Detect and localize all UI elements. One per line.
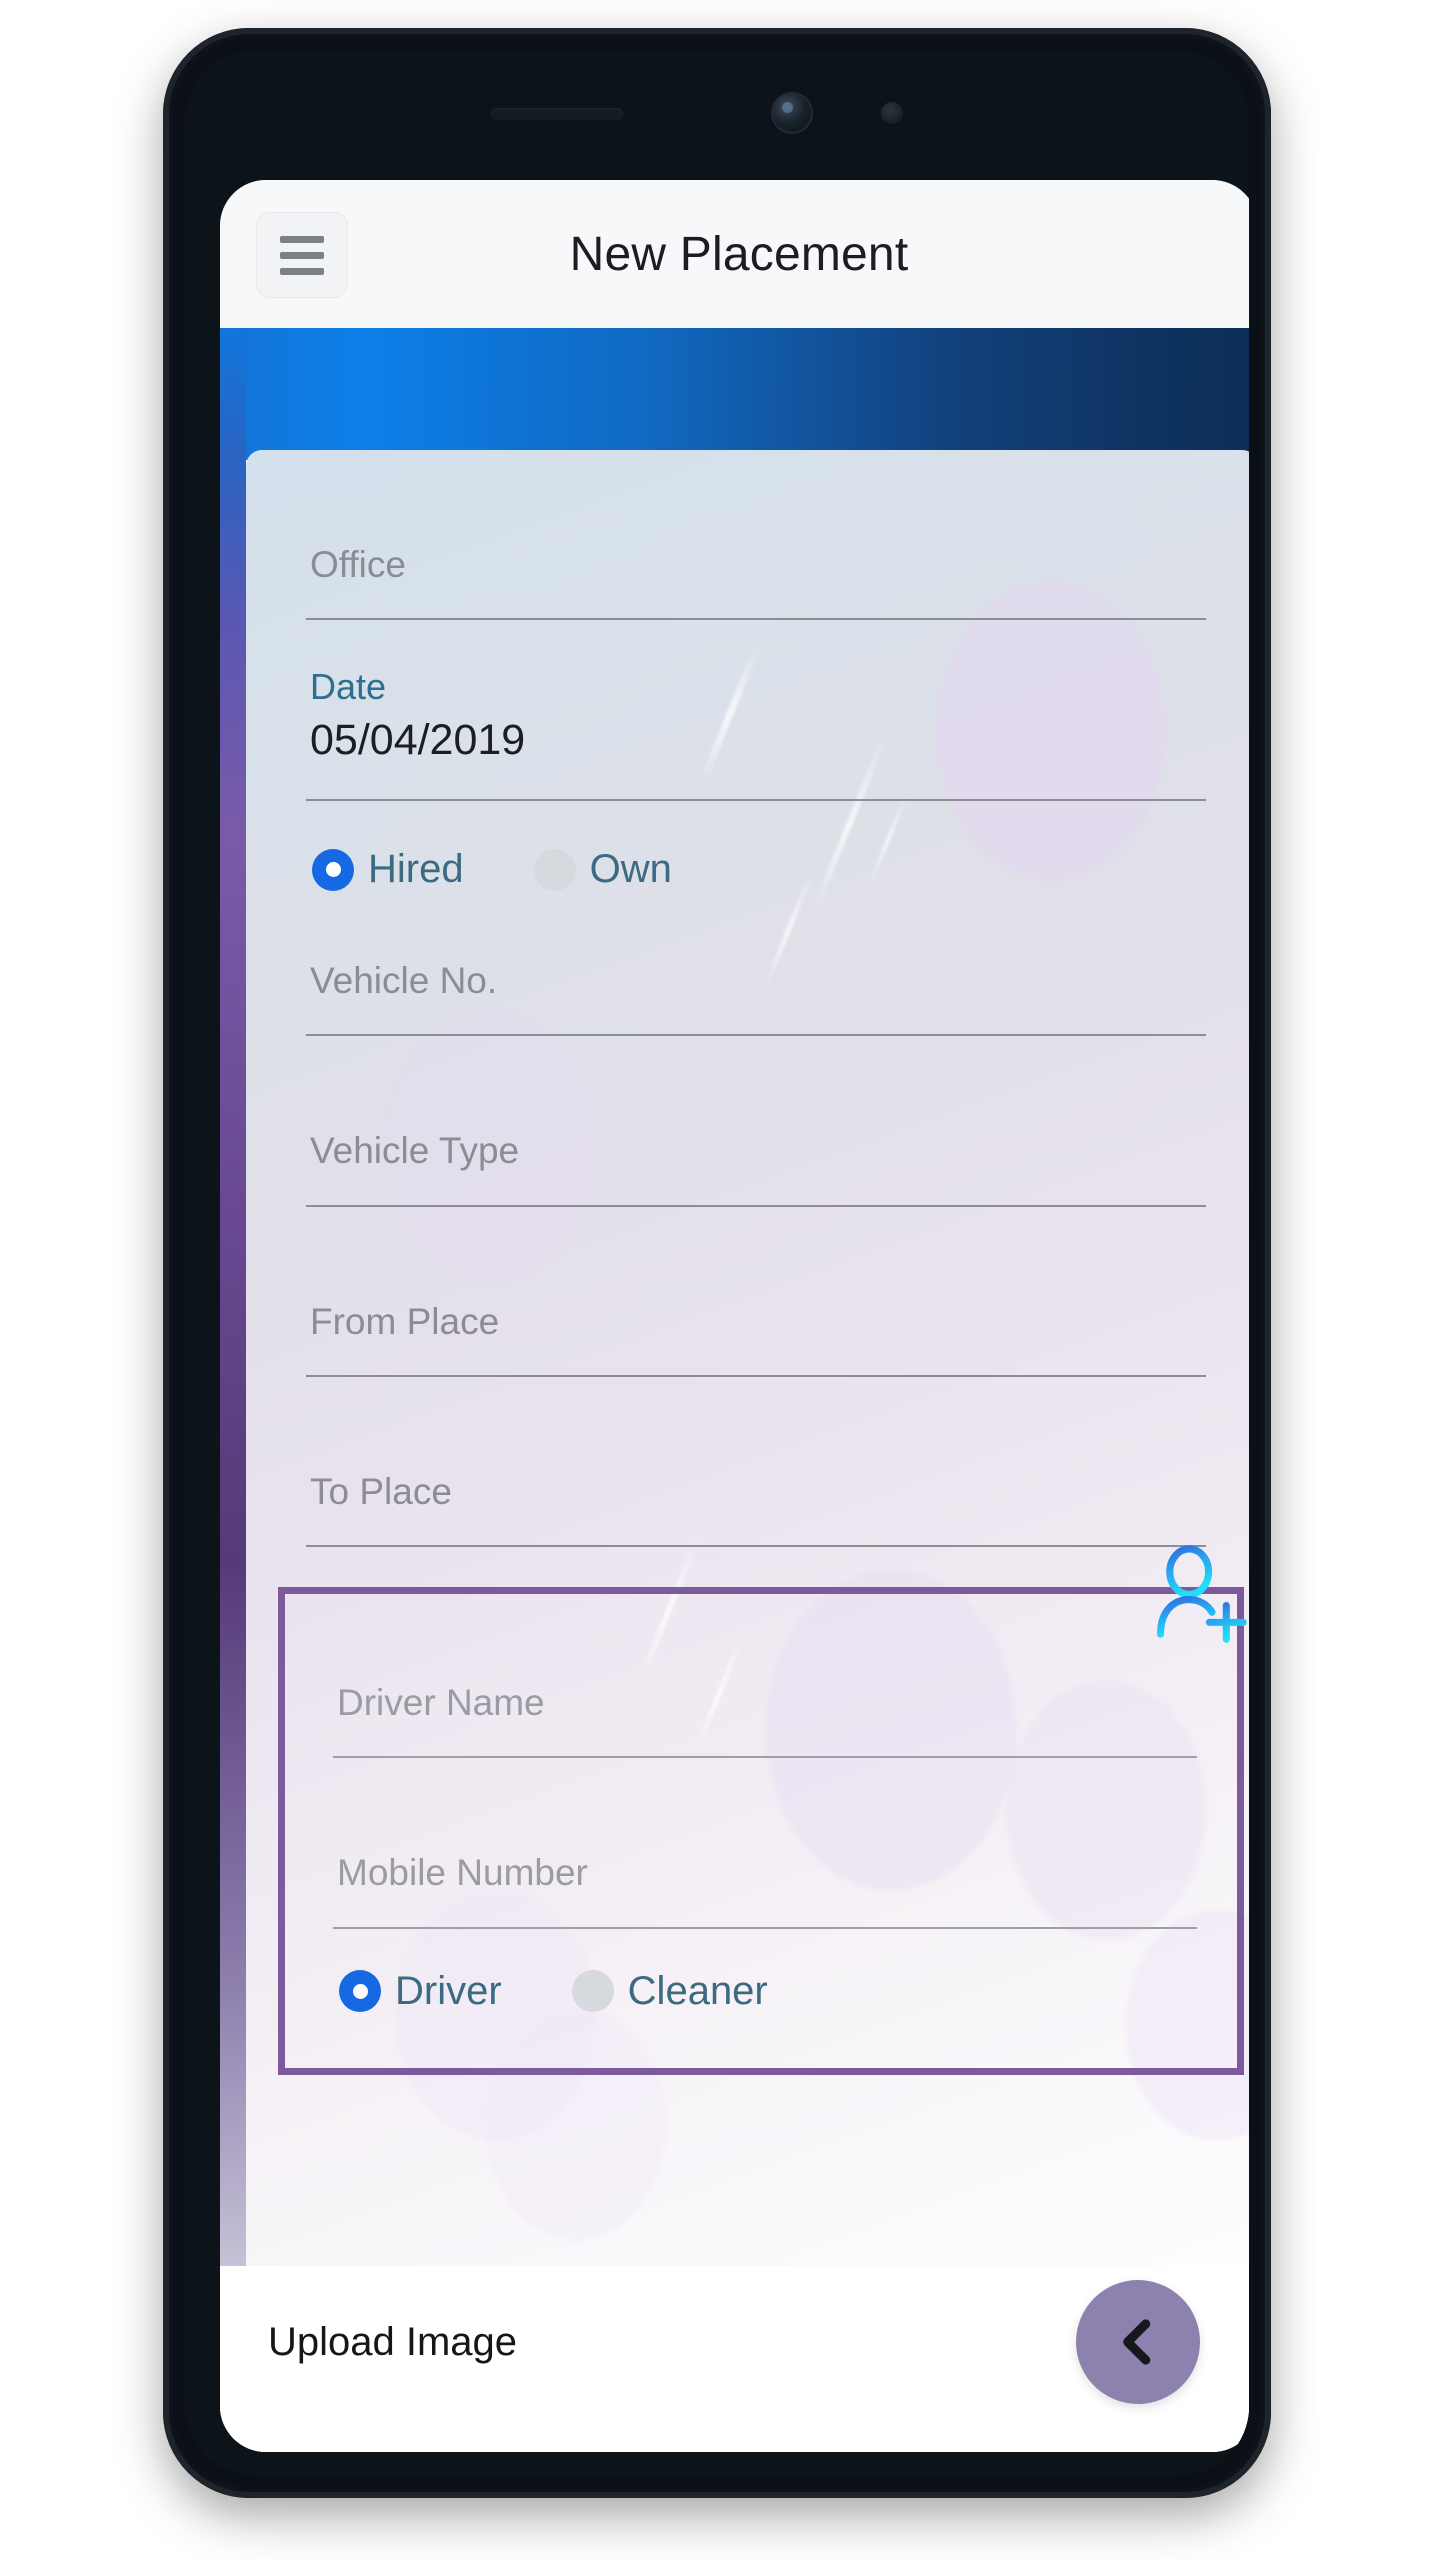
from-place-label: From Place (310, 1300, 500, 1342)
role-radio-group: Driver Cleaner (333, 1929, 1197, 2024)
hamburger-line (280, 251, 324, 259)
radio-cleaner[interactable]: Cleaner (571, 1968, 768, 2014)
radio-cleaner-label: Cleaner (627, 1968, 768, 2013)
placement-form-card: Office Date 05/04/2019 Hired Own Vehicle… (246, 450, 1249, 2452)
phone-sensor-row (185, 50, 1249, 180)
phone-screen: New Placement Office Date 05/04/2019 Hir… (220, 180, 1249, 2452)
radio-selected-icon (339, 1970, 381, 2013)
radio-selected-icon (312, 848, 354, 891)
ownership-radio-group: Hired Own (306, 801, 1206, 902)
office-label: Office (310, 544, 406, 585)
radio-driver[interactable]: Driver (339, 1969, 502, 2014)
screenshot-stage: New Placement Office Date 05/04/2019 Hir… (0, 0, 1440, 2560)
radio-own[interactable]: Own (533, 847, 672, 892)
radio-hired-label: Hired (368, 847, 464, 892)
back-fab-button[interactable] (1076, 2280, 1200, 2404)
vehicle-type-field[interactable]: Vehicle Type (306, 1036, 1206, 1207)
field-underline (306, 799, 1206, 802)
driver-name-label: Driver Name (337, 1682, 545, 1724)
date-label: Date (310, 666, 387, 708)
phone-bezel: New Placement Office Date 05/04/2019 Hir… (185, 50, 1249, 2476)
from-place-field[interactable]: From Place (306, 1207, 1206, 1377)
page-title: New Placement (569, 227, 909, 281)
earpiece-speaker (491, 108, 623, 120)
vehicle-no-field[interactable]: Vehicle No. (306, 902, 1206, 1037)
radio-hired[interactable]: Hired (312, 847, 464, 892)
bottom-action-bar: Upload Image (220, 2266, 1249, 2452)
driver-name-field[interactable]: Driver Name (333, 1646, 1197, 1759)
field-underline (306, 1545, 1206, 1548)
arrow-left-icon (1123, 2319, 1151, 2365)
field-underline (333, 1926, 1197, 1929)
radio-own-label: Own (589, 847, 672, 892)
upload-image-button[interactable]: Upload Image (268, 2320, 517, 2365)
radio-unselected-icon (533, 848, 576, 891)
left-edge-accent (220, 328, 246, 2452)
app-bar: New Placement (220, 180, 1249, 328)
mobile-number-field[interactable]: Mobile Number (333, 1758, 1197, 1929)
date-value: 05/04/2019 (310, 716, 526, 765)
mobile-number-label: Mobile Number (337, 1852, 588, 1894)
date-field[interactable]: Date 05/04/2019 (306, 620, 1206, 802)
radio-driver-label: Driver (395, 1968, 502, 2013)
proximity-sensor-icon (881, 102, 903, 124)
vehicle-no-label: Vehicle No. (310, 960, 498, 1002)
hamburger-icon[interactable] (256, 212, 348, 298)
form-scroll-area[interactable]: Office Date 05/04/2019 Hired Own Vehicle… (220, 328, 1249, 2452)
phone-device-frame: New Placement Office Date 05/04/2019 Hir… (163, 28, 1271, 2498)
to-place-field[interactable]: To Place (306, 1377, 1206, 1548)
radio-unselected-icon (571, 1970, 614, 2013)
add-person-icon[interactable] (1147, 1536, 1249, 1648)
vehicle-type-label: Vehicle Type (310, 1130, 520, 1172)
driver-details-group: Driver Name Mobile Number Driver Cleaner (278, 1545, 1247, 2075)
to-place-label: To Place (310, 1470, 452, 1512)
hamburger-line (280, 235, 324, 243)
front-camera-icon (771, 92, 813, 134)
office-field[interactable]: Office (306, 450, 1206, 621)
form-fields: Office Date 05/04/2019 Hired Own Vehicle… (246, 450, 1249, 1548)
hamburger-line (280, 267, 324, 275)
header-gradient-band (220, 328, 1249, 460)
